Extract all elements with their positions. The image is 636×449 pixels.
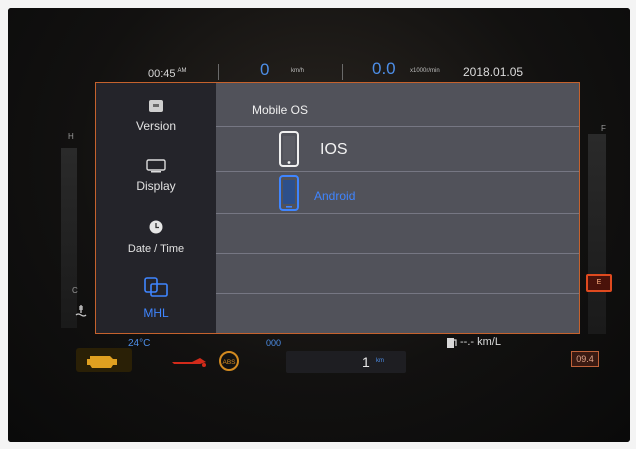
separator — [342, 64, 343, 80]
trip-value: 1 — [362, 354, 370, 370]
rpm-value: 0.0 — [372, 59, 396, 78]
option-label: IOS — [320, 141, 348, 158]
fuel-indicator: E — [586, 274, 612, 292]
option-android[interactable]: Android — [272, 173, 572, 213]
svg-text:ABS: ABS — [222, 359, 236, 366]
right-indicator: 09.4 — [571, 351, 599, 367]
separator — [218, 64, 219, 80]
version-icon — [96, 99, 216, 116]
abs-warning-icon: ABS — [218, 350, 240, 377]
sidebar-item-label: Display — [136, 179, 176, 193]
odometer: 000 — [266, 338, 282, 348]
sidebar-item-date-time[interactable]: Date / Time — [96, 219, 216, 255]
fuel-pump-icon — [446, 336, 458, 354]
sidebar-item-label: MHL — [143, 306, 169, 320]
divider — [216, 213, 579, 214]
mhl-icon — [96, 276, 216, 303]
date: 2018.01.05 — [463, 65, 524, 79]
fuel-full-label: F — [601, 124, 606, 133]
display-icon — [96, 159, 216, 176]
divider — [216, 126, 579, 127]
option-ios[interactable]: IOS — [272, 129, 572, 169]
clock-icon — [96, 219, 216, 238]
divider — [216, 293, 579, 294]
engine-warning-icon — [76, 348, 132, 377]
trip-panel — [286, 351, 406, 373]
content-panel: Mobile OS IOS Android — [216, 83, 579, 333]
rpm-unit: x1000r/min — [410, 68, 440, 74]
temp-low-label: C — [72, 286, 78, 295]
settings-sidebar: Version Display Date / Time MHL — [96, 83, 216, 333]
oil-pressure-warning-icon — [168, 352, 210, 375]
sidebar-item-mhl[interactable]: MHL — [96, 276, 216, 320]
dashboard-display: 00:45 AM 0 km/h 0.0 x1000r/min 2018.01.05… — [8, 8, 630, 442]
sidebar-item-label: Version — [135, 119, 177, 133]
speed-value: 0 — [260, 60, 270, 79]
clock: 00:45 AM — [148, 68, 187, 80]
iphone-icon — [278, 131, 300, 172]
option-label: Android — [314, 189, 356, 203]
divider — [216, 171, 579, 172]
sidebar-item-display[interactable]: Display — [96, 159, 216, 193]
status-bar: 00:45 AM 0 km/h 0.0 x1000r/min 2018.01.05 — [8, 58, 630, 80]
temp-gauge — [61, 148, 77, 328]
divider — [216, 253, 579, 254]
fuel-economy: --.- km/L — [460, 336, 501, 348]
temp-high-label: H — [68, 132, 74, 141]
section-title: Mobile OS — [252, 103, 309, 117]
android-phone-icon — [278, 175, 300, 216]
settings-screen: Version Display Date / Time MHL Mobile O… — [95, 82, 580, 334]
sidebar-item-version[interactable]: Version — [96, 99, 216, 133]
trip-unit: km — [376, 358, 384, 364]
fuel-gauge — [588, 134, 606, 334]
sidebar-item-label: Date / Time — [127, 243, 185, 255]
speed-unit: km/h — [291, 68, 305, 74]
coolant-icon — [74, 304, 88, 321]
